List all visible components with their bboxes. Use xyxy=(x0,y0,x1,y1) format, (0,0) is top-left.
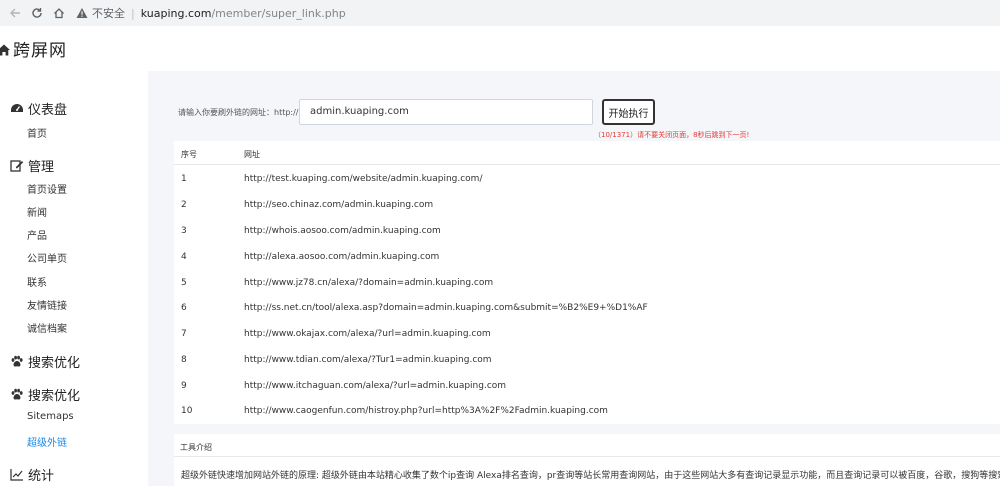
sidebar-item-credit-file[interactable]: 诚信档案 xyxy=(27,320,67,335)
table-row: 1 http://test.kuaping.com/website/admin.… xyxy=(174,166,1000,192)
insecure-label: 不安全 xyxy=(92,7,125,20)
tool-intro-panel: 工具介绍 超级外链快速增加网站外链的原理: 超级外链由本站精心收集了数个ip查询… xyxy=(174,434,1000,486)
browser-toolbar: 不安全 | kuaping.com /member/super_link.php xyxy=(0,0,1000,26)
sidebar-group-seo-2[interactable]: 搜索优化 xyxy=(10,385,80,404)
paw-icon xyxy=(11,388,23,400)
sidebar-item-news[interactable]: 新闻 xyxy=(27,204,47,219)
table-row: 6 http://ss.net.cn/tool/alexa.asp?domain… xyxy=(174,295,1000,321)
table-row: 2 http://seo.chinaz.com/admin.kuaping.co… xyxy=(174,192,1000,218)
sidebar-group-manage[interactable]: 管理 xyxy=(10,156,54,175)
tool-intro-description: 超级外链快速增加网站外链的原理: 超级外链由本站精心收集了数个ip查询 Alex… xyxy=(181,471,1000,481)
url-input-label: 请输入你要刷外链的网址：http:// xyxy=(178,108,299,117)
row-url[interactable]: http://www.itchaguan.com/alexa/?url=admi… xyxy=(244,381,506,391)
sidebar-item-home[interactable]: 首页 xyxy=(27,125,47,140)
sidebar-group-seo-1[interactable]: 搜索优化 xyxy=(10,352,80,371)
results-table: 序号 网址 1 http://test.kuaping.com/website/… xyxy=(174,141,1000,424)
dashboard-icon xyxy=(11,104,23,112)
sidebar-group-label: 搜索优化 xyxy=(28,389,81,404)
sidebar: 仪表盘 首页 管理 首页设置 新闻 产品 公司单页 联系 友情链接 诚信档案 搜… xyxy=(0,71,148,486)
row-number: 2 xyxy=(181,200,187,210)
row-url[interactable]: http://seo.chinaz.com/admin.kuaping.com xyxy=(244,200,433,210)
sidebar-item-friend-links[interactable]: 友情链接 xyxy=(27,297,67,312)
row-number: 10 xyxy=(181,406,193,416)
row-url[interactable]: http://www.jz78.cn/alexa/?domain=admin.k… xyxy=(244,278,493,288)
divider xyxy=(174,456,1000,457)
header-no: 序号 xyxy=(181,150,197,159)
warning-icon xyxy=(76,7,88,19)
sidebar-group-label: 搜索优化 xyxy=(28,356,81,371)
tool-intro-title: 工具介绍 xyxy=(180,443,212,452)
row-url[interactable]: http://www.caogenfun.com/histroy.php?url… xyxy=(244,406,608,416)
row-url[interactable]: http://alexa.aosoo.com/admin.kuaping.com xyxy=(244,252,439,262)
sidebar-group-stats[interactable]: 统计 xyxy=(10,465,54,484)
row-url[interactable]: http://www.tdian.com/alexa/?Tur1=admin.k… xyxy=(244,355,492,365)
table-row: 5 http://www.jz78.cn/alexa/?domain=admin… xyxy=(174,270,1000,296)
row-number: 4 xyxy=(181,252,187,262)
site-name[interactable]: 跨屏网 xyxy=(13,36,67,61)
table-row: 7 http://www.okajax.com/alexa/?url=admin… xyxy=(174,321,1000,347)
address-separator: | xyxy=(131,6,135,20)
back-arrow-icon[interactable] xyxy=(4,2,26,24)
row-url[interactable]: http://test.kuaping.com/website/admin.ku… xyxy=(244,174,482,184)
sidebar-item-products[interactable]: 产品 xyxy=(27,227,47,242)
sidebar-item-sitemaps[interactable]: Sitemaps xyxy=(27,411,74,422)
header-url: 网址 xyxy=(244,150,260,159)
main-content: 请输入你要刷外链的网址：http:// admin.kuaping.com 开始… xyxy=(148,71,1000,486)
row-url[interactable]: http://ss.net.cn/tool/alexa.asp?domain=a… xyxy=(244,303,648,313)
sidebar-group-label: 统计 xyxy=(28,469,55,484)
sidebar-group-dashboard[interactable]: 仪表盘 xyxy=(10,99,67,118)
url-path: /member/super_link.php xyxy=(211,6,346,20)
progress-message: （10/1371）请不要关闭页面，8秒后跳到下一页! xyxy=(594,131,750,139)
reload-icon[interactable] xyxy=(26,2,48,24)
table-row: 10 http://www.caogenfun.com/histroy.php?… xyxy=(174,398,1000,424)
table-row: 8 http://www.tdian.com/alexa/?Tur1=admin… xyxy=(174,347,1000,373)
table-row: 3 http://whois.aosoo.com/admin.kuaping.c… xyxy=(174,218,1000,244)
row-number: 9 xyxy=(181,381,187,391)
sidebar-group-label: 仪表盘 xyxy=(28,103,68,118)
table-row: 9 http://www.itchaguan.com/alexa/?url=ad… xyxy=(174,373,1000,399)
sidebar-item-homepage-settings[interactable]: 首页设置 xyxy=(27,181,67,196)
row-number: 7 xyxy=(181,329,187,339)
url-input[interactable]: admin.kuaping.com xyxy=(299,99,593,125)
row-url[interactable]: http://whois.aosoo.com/admin.kuaping.com xyxy=(244,226,441,236)
paw-icon xyxy=(11,355,23,367)
row-url[interactable]: http://www.okajax.com/alexa/?url=admin.k… xyxy=(244,329,491,339)
chart-icon xyxy=(10,469,23,481)
home-logo-icon xyxy=(0,42,11,56)
row-number: 8 xyxy=(181,355,187,365)
table-header: 序号 网址 xyxy=(174,141,1000,165)
url-host: kuaping.com xyxy=(140,6,212,20)
sidebar-item-company-page[interactable]: 公司单页 xyxy=(27,250,67,265)
address-bar[interactable]: 不安全 | kuaping.com /member/super_link.php xyxy=(76,3,1000,23)
site-header: 跨屏网 xyxy=(0,26,1000,71)
start-button[interactable]: 开始执行 xyxy=(602,99,655,125)
row-number: 3 xyxy=(181,226,187,236)
sidebar-group-label: 管理 xyxy=(28,160,55,175)
home-icon[interactable] xyxy=(48,2,70,24)
row-number: 1 xyxy=(181,174,187,184)
row-number: 5 xyxy=(181,278,187,288)
sidebar-item-contact[interactable]: 联系 xyxy=(27,274,47,289)
sidebar-item-super-links[interactable]: 超级外链 xyxy=(27,434,67,449)
row-number: 6 xyxy=(181,303,187,313)
edit-icon xyxy=(10,160,24,172)
table-row: 4 http://alexa.aosoo.com/admin.kuaping.c… xyxy=(174,244,1000,270)
